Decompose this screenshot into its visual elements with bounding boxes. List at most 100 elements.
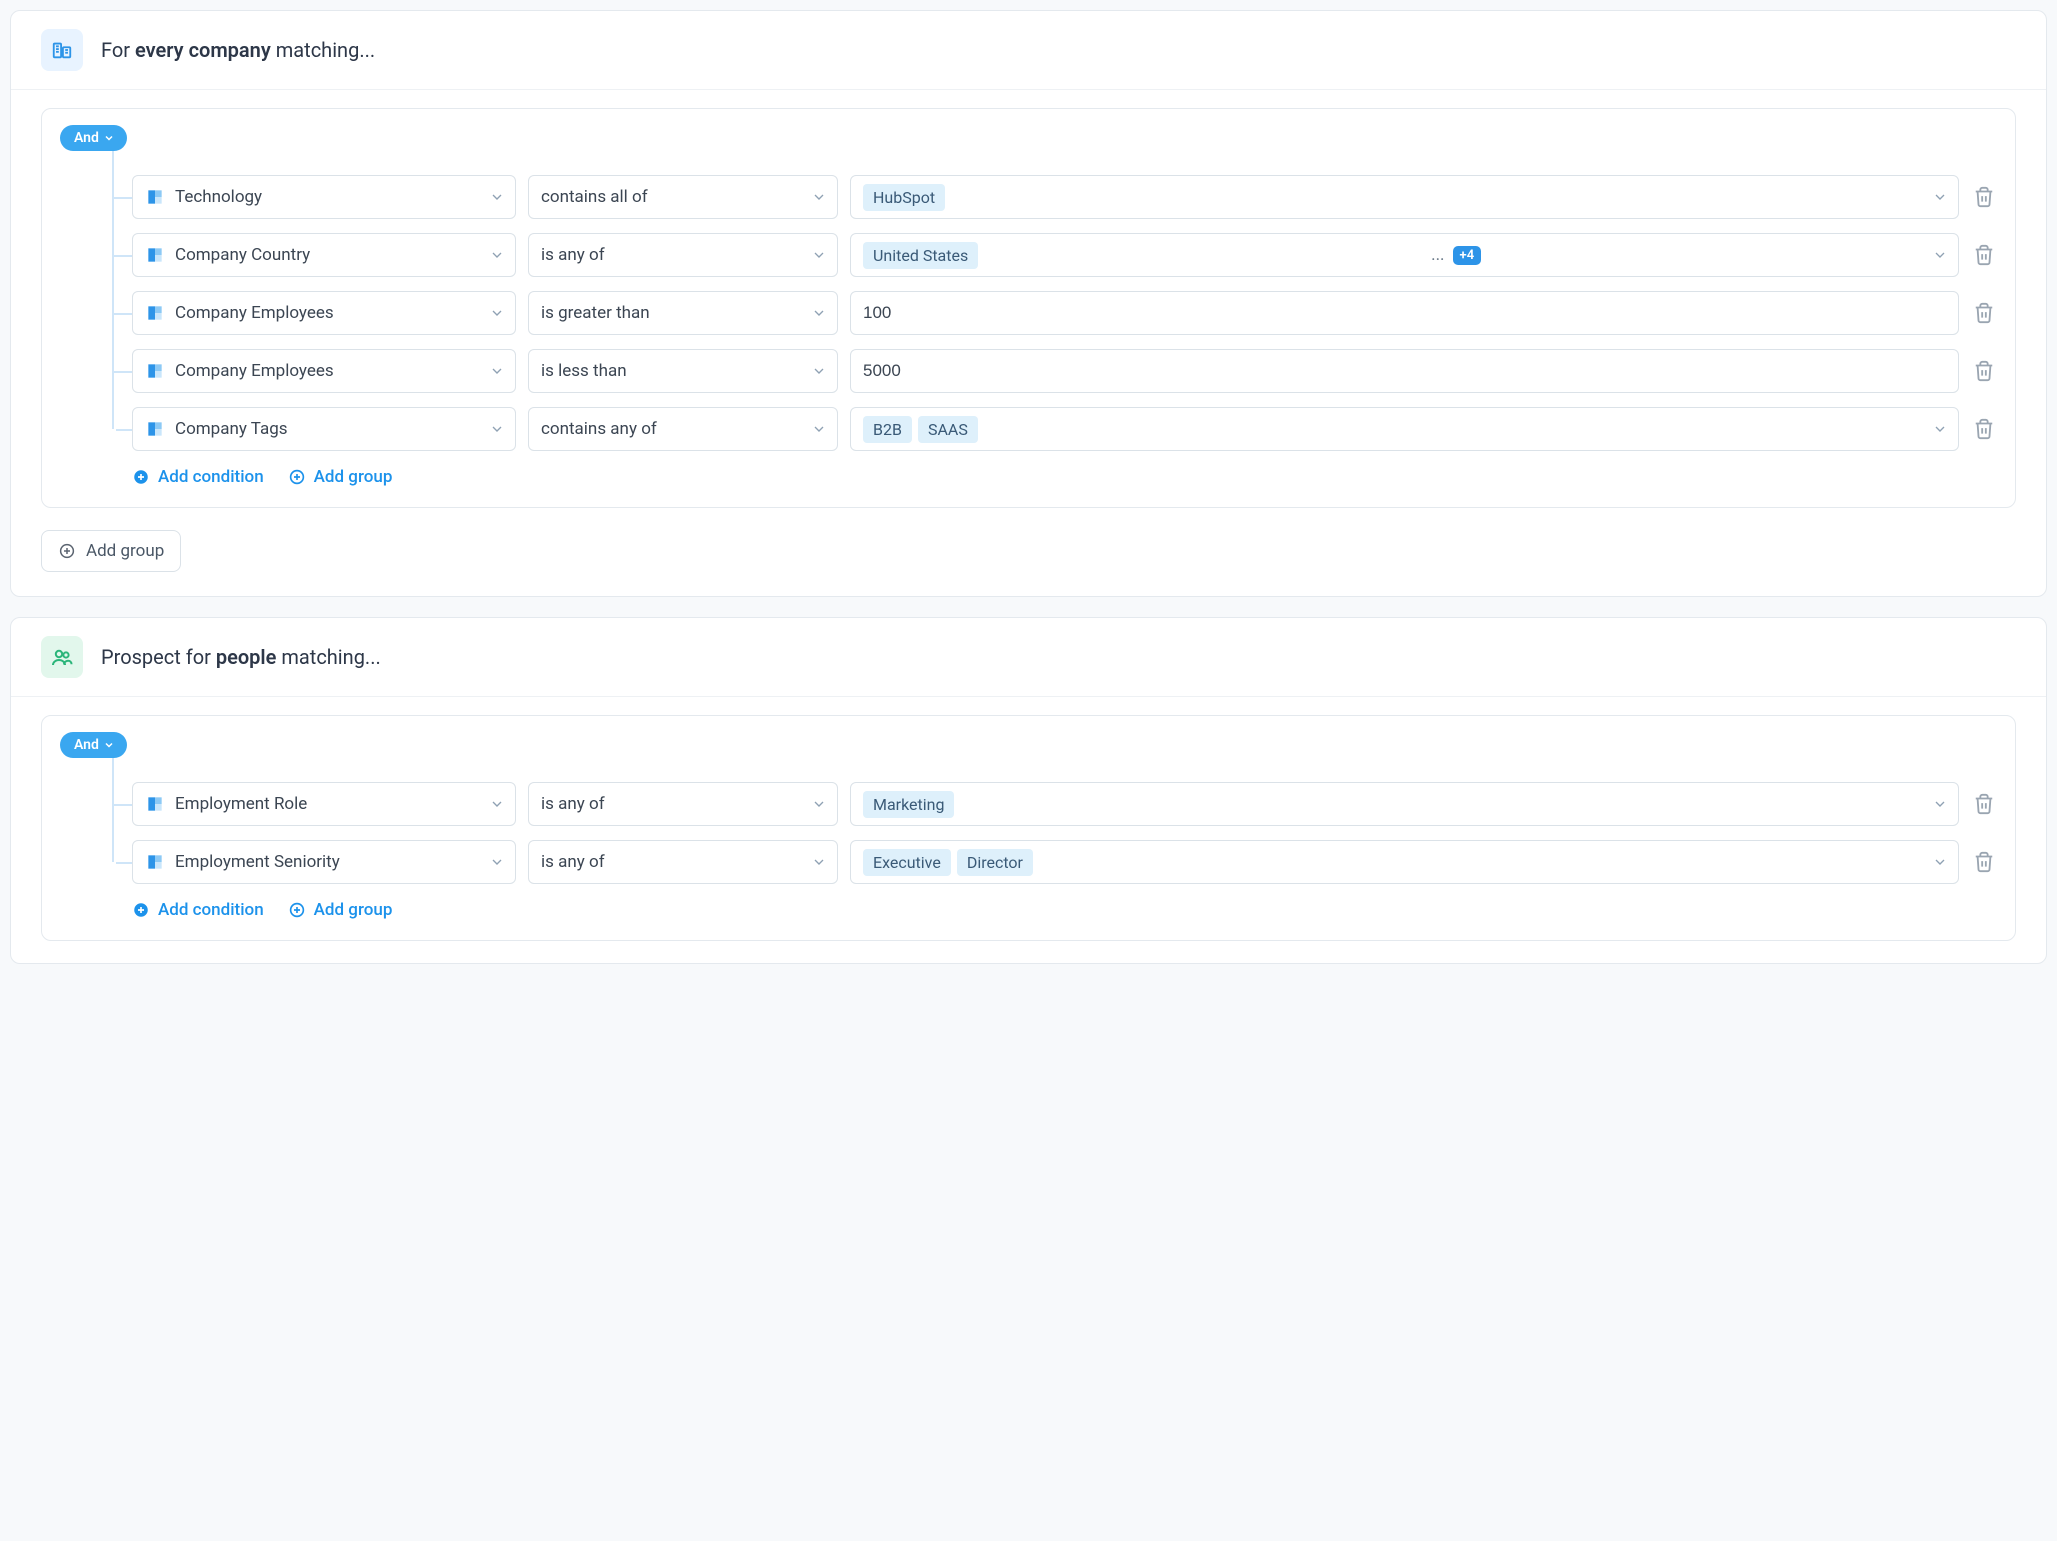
divider (11, 89, 2046, 90)
chevron-down-icon (811, 363, 827, 379)
operator-select[interactable]: is any of (528, 840, 838, 884)
company-icon (41, 29, 83, 71)
company-filter-card: For every company matching... And Techno… (10, 10, 2047, 597)
operator-select[interactable]: is any of (528, 782, 838, 826)
condition-list: Employment Role is any of Marketing Empl… (62, 734, 1995, 920)
delete-condition-button[interactable] (1973, 418, 1995, 440)
operator-select[interactable]: contains any of (528, 407, 838, 451)
people-filter-card: Prospect for people matching... And Empl… (10, 617, 2047, 964)
group-operator-pill[interactable]: And (60, 125, 127, 151)
company-condition-group: And Technology contains all of HubSpot (41, 108, 2016, 508)
plus-circle-filled-icon (132, 901, 150, 919)
field-label: Company Employees (175, 361, 334, 381)
operator-select[interactable]: is any of (528, 233, 838, 277)
group-operator-pill[interactable]: And (60, 732, 127, 758)
value-select[interactable]: United States ... +4 (850, 233, 1959, 277)
people-card-header: Prospect for people matching... (11, 618, 2046, 696)
field-select[interactable]: Company Tags (132, 407, 516, 451)
value-tag: Marketing (863, 791, 954, 818)
delete-condition-button[interactable] (1973, 302, 1995, 324)
add-condition-label: Add condition (158, 467, 264, 487)
operator-label: is less than (541, 361, 627, 381)
group-actions: Add condition Add group (132, 467, 1995, 487)
condition-row: Company Employees is less than (132, 349, 1995, 393)
add-group-label: Add group (314, 900, 393, 920)
group-operator-label: And (74, 130, 99, 146)
delete-condition-button[interactable] (1973, 244, 1995, 266)
field-select[interactable]: Company Country (132, 233, 516, 277)
chevron-down-icon (1932, 247, 1948, 263)
operator-label: is any of (541, 794, 605, 814)
operator-label: contains all of (541, 187, 648, 207)
header-prefix: Prospect for (101, 645, 216, 669)
plus-circle-outline-icon (58, 542, 76, 560)
clearbit-icon (145, 794, 165, 814)
add-group-label: Add group (314, 467, 393, 487)
condition-row: Technology contains all of HubSpot (132, 175, 1995, 219)
people-condition-group: And Employment Role is any of Marketing (41, 715, 2016, 941)
delete-condition-button[interactable] (1973, 360, 1995, 382)
overflow-count-badge: +4 (1453, 246, 1482, 265)
add-condition-label: Add condition (158, 900, 264, 920)
delete-condition-button[interactable] (1973, 793, 1995, 815)
value-input[interactable] (850, 349, 1959, 393)
field-select[interactable]: Employment Role (132, 782, 516, 826)
clearbit-icon (145, 245, 165, 265)
value-select[interactable]: HubSpot (850, 175, 1959, 219)
value-select[interactable]: Marketing (850, 782, 1959, 826)
operator-select[interactable]: contains all of (528, 175, 838, 219)
group-operator-label: And (74, 737, 99, 753)
plus-circle-outline-icon (288, 901, 306, 919)
plus-circle-filled-icon (132, 468, 150, 486)
header-bold: every company (135, 38, 271, 62)
chevron-down-icon (489, 854, 505, 870)
chevron-down-icon (1932, 796, 1948, 812)
field-select[interactable]: Company Employees (132, 291, 516, 335)
operator-select[interactable]: is greater than (528, 291, 838, 335)
field-select[interactable]: Employment Seniority (132, 840, 516, 884)
add-group-button[interactable]: Add group (288, 900, 393, 920)
add-group-button[interactable]: Add group (288, 467, 393, 487)
chevron-down-icon (1932, 189, 1948, 205)
chevron-down-icon (489, 305, 505, 321)
field-label: Technology (175, 187, 262, 207)
value-text-input[interactable] (863, 303, 1948, 323)
value-select[interactable]: B2B SAAS (850, 407, 1959, 451)
field-select[interactable]: Company Employees (132, 349, 516, 393)
clearbit-icon (145, 419, 165, 439)
outer-add-group-button[interactable]: Add group (41, 530, 181, 572)
condition-row: Employment Role is any of Marketing (132, 782, 1995, 826)
chevron-down-icon (811, 189, 827, 205)
operator-label: is any of (541, 852, 605, 872)
value-tag: HubSpot (863, 184, 945, 211)
field-label: Company Employees (175, 303, 334, 323)
value-text-input[interactable] (863, 361, 1948, 381)
chevron-down-icon (1932, 421, 1948, 437)
company-header-text: For every company matching... (101, 38, 375, 62)
operator-label: is greater than (541, 303, 650, 323)
add-condition-button[interactable]: Add condition (132, 900, 264, 920)
value-tag: Executive (863, 849, 951, 876)
clearbit-icon (145, 187, 165, 207)
add-condition-button[interactable]: Add condition (132, 467, 264, 487)
plus-circle-outline-icon (288, 468, 306, 486)
value-select[interactable]: Executive Director (850, 840, 1959, 884)
delete-condition-button[interactable] (1973, 851, 1995, 873)
overflow-ellipsis: ... (1431, 245, 1444, 265)
value-input[interactable] (850, 291, 1959, 335)
field-select[interactable]: Technology (132, 175, 516, 219)
header-suffix: matching... (276, 645, 380, 669)
chevron-down-icon (811, 421, 827, 437)
clearbit-icon (145, 361, 165, 381)
outer-add-group-wrap: Add group (11, 530, 2046, 596)
chevron-down-icon (811, 247, 827, 263)
operator-select[interactable]: is less than (528, 349, 838, 393)
field-label: Employment Role (175, 794, 307, 814)
header-prefix: For (101, 38, 135, 62)
chevron-down-icon (811, 854, 827, 870)
chevron-down-icon (489, 421, 505, 437)
people-header-text: Prospect for people matching... (101, 645, 381, 669)
header-suffix: matching... (271, 38, 375, 62)
people-icon (41, 636, 83, 678)
delete-condition-button[interactable] (1973, 186, 1995, 208)
